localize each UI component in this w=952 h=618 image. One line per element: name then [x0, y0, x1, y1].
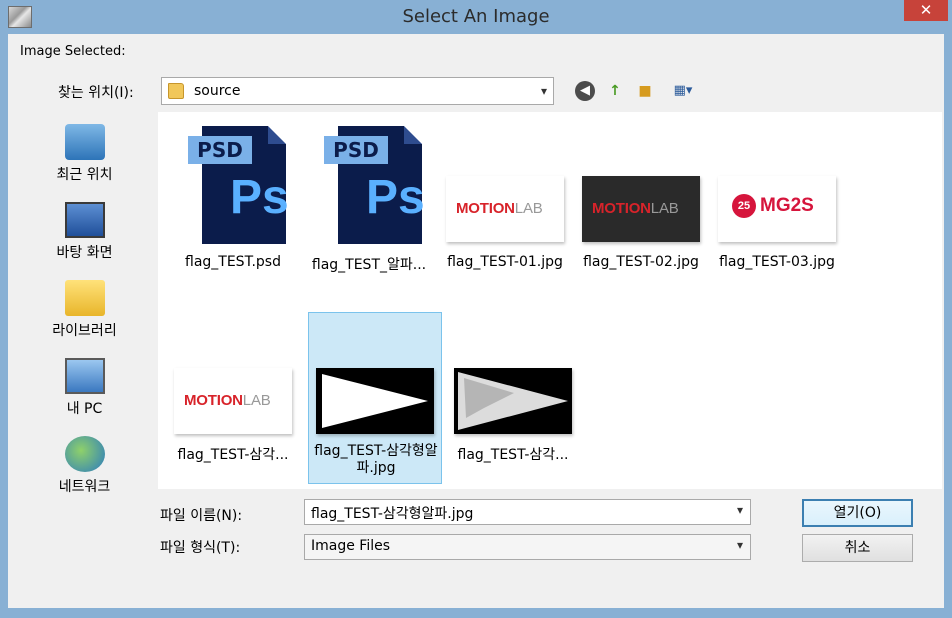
image-thumbnail: 25 MG2S: [718, 176, 836, 242]
place-label: 네트워크: [58, 479, 111, 495]
file-type-select[interactable]: Image Files: [304, 534, 751, 560]
file-item[interactable]: flag_TEST-삼각...: [446, 312, 580, 484]
dialog-client: Image Selected: 찾는 위치(I): source ▾ ◀ ↑ ■…: [8, 34, 944, 608]
open-button[interactable]: 열기(O): [802, 499, 913, 527]
recent-places-icon: [64, 124, 105, 160]
new-folder-icon[interactable]: ■: [635, 81, 655, 101]
textured-triangle-shape: [458, 372, 568, 430]
folder-icon: [168, 83, 184, 99]
place-desktop[interactable]: 바탕 화면: [16, 202, 153, 262]
image-thumbnail: [316, 368, 434, 434]
psd-tag: PSD: [324, 136, 388, 164]
file-item[interactable]: MOTIONLAB flag_TEST-01.jpg: [438, 112, 572, 282]
file-item[interactable]: 25 MG2S flag_TEST-03.jpg: [710, 112, 844, 282]
desktop-icon: [64, 202, 105, 238]
image-thumbnail: MOTIONLAB: [582, 176, 700, 242]
psd-file-icon: Ps PSD: [324, 126, 425, 244]
place-label: 라이브러리: [52, 323, 117, 339]
close-button[interactable]: ✕: [904, 0, 948, 21]
dialog-window: Select An Image ✕ Image Selected: 찾는 위치(…: [0, 0, 952, 618]
file-item-selected[interactable]: flag_TEST-삼각형알파.jpg: [308, 312, 442, 484]
motionlab-logo: MOTIONLAB: [456, 200, 543, 217]
this-pc-icon: [64, 358, 105, 394]
libraries-icon: [64, 280, 105, 316]
file-name: flag_TEST-03.jpg: [719, 254, 835, 270]
file-name: flag_TEST-삼각...: [457, 447, 569, 463]
ps-mark: Ps: [230, 171, 289, 224]
psd-file-icon: Ps PSD: [188, 126, 289, 244]
network-icon: [64, 436, 105, 472]
file-name: flag_TEST-삼각형알파.jpg: [314, 443, 438, 476]
place-label: 내 PC: [66, 401, 103, 417]
image-thumbnail: [454, 368, 572, 434]
image-selected-label: Image Selected:: [20, 44, 126, 59]
file-name: flag_TEST-02.jpg: [583, 254, 699, 270]
place-label: 바탕 화면: [56, 245, 113, 261]
up-folder-icon[interactable]: ↑: [605, 81, 625, 101]
place-network[interactable]: 네트워크: [16, 436, 153, 496]
file-item[interactable]: Ps PSD flag_TEST_알파...: [302, 112, 436, 282]
mgs-logo: 25 MG2S: [732, 194, 814, 218]
cancel-button[interactable]: 취소: [802, 534, 913, 562]
file-name: flag_TEST_알파...: [311, 257, 427, 273]
motionlab-logo: MOTIONLAB: [592, 200, 679, 217]
look-in-combo[interactable]: source ▾: [161, 77, 554, 105]
triangle-flag-shape: [322, 374, 428, 428]
motionlab-logo: MOTIONLAB: [184, 392, 271, 409]
window-title: Select An Image: [402, 6, 550, 27]
file-item[interactable]: MOTIONLAB flag_TEST-02.jpg: [574, 112, 708, 282]
place-label: 최근 위치: [56, 167, 113, 183]
image-thumbnail: MOTIONLAB: [446, 176, 564, 242]
place-recent[interactable]: 최근 위치: [16, 124, 153, 184]
places-bar: 최근 위치 바탕 화면 라이브러리 내 PC 네트워크: [16, 112, 153, 565]
chevron-down-icon: ▾: [540, 84, 547, 98]
look-in-label: 찾는 위치(I):: [58, 85, 134, 101]
file-name: flag_TEST-삼각...: [177, 447, 289, 463]
file-type-label: 파일 형식(T):: [160, 540, 241, 556]
place-libraries[interactable]: 라이브러리: [16, 280, 153, 340]
look-in-value: source: [194, 83, 241, 99]
file-list[interactable]: Ps PSD flag_TEST.psd Ps PSD flag_TEST_알파…: [158, 112, 942, 489]
image-thumbnail: MOTIONLAB: [174, 368, 292, 434]
psd-tag: PSD: [188, 136, 252, 164]
file-item[interactable]: MOTIONLAB flag_TEST-삼각...: [166, 312, 300, 484]
file-name-label: 파일 이름(N):: [160, 508, 243, 524]
file-name-input[interactable]: flag_TEST-삼각형알파.jpg: [304, 499, 751, 525]
view-menu-icon[interactable]: ▦▾: [666, 81, 700, 101]
file-name: flag_TEST.psd: [185, 254, 281, 270]
place-this-pc[interactable]: 내 PC: [16, 358, 153, 418]
back-arrow-icon[interactable]: ◀: [575, 81, 595, 101]
ps-mark: Ps: [366, 171, 425, 224]
file-name: flag_TEST-01.jpg: [447, 254, 563, 270]
title-bar[interactable]: Select An Image ✕: [0, 0, 952, 34]
file-item[interactable]: Ps PSD flag_TEST.psd: [166, 112, 300, 282]
